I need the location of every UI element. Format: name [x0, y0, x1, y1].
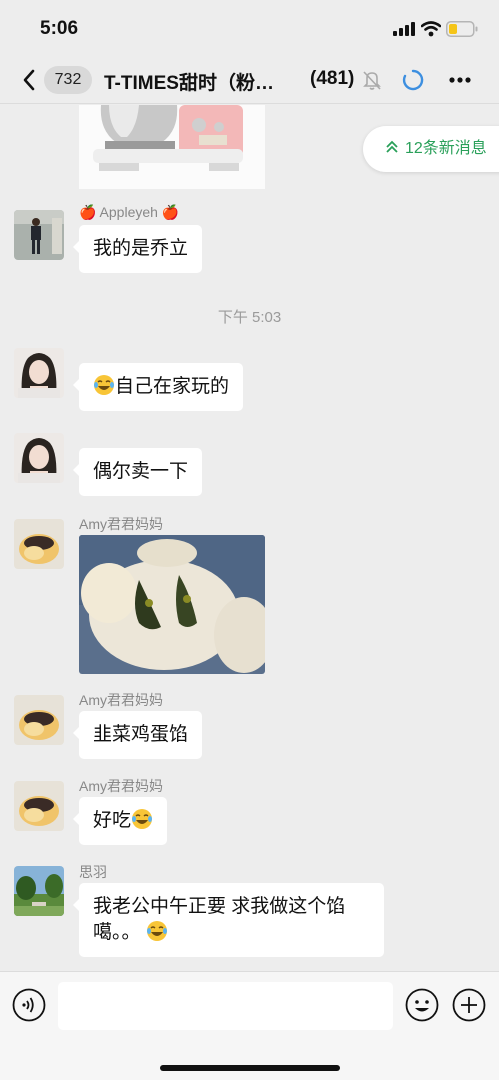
avatar[interactable]	[14, 519, 64, 569]
voice-icon[interactable]	[12, 988, 46, 1022]
message-bubble[interactable]: 好吃	[72, 797, 168, 845]
home-indicator	[160, 1065, 340, 1071]
message-bubble[interactable]: 韭菜鸡蛋馅	[72, 711, 203, 759]
chat-header: 732 T-TIMES甜时（粉… (481)	[0, 58, 499, 104]
battery-icon	[446, 21, 478, 37]
message-text: 我老公中午正要 求我做这个馅	[93, 896, 346, 917]
tears-of-joy-emoji	[94, 375, 114, 395]
mute-bell-icon	[363, 71, 381, 90]
message-bubble[interactable]: 我的是乔立	[72, 225, 203, 273]
status-bar: 5:06	[0, 0, 499, 58]
steamed-bun-photo[interactable]	[79, 535, 265, 674]
loading-icon	[402, 69, 424, 91]
message-bubble[interactable]: 我老公中午正要 求我做这个馅 噶。。	[73, 883, 384, 957]
avatar[interactable]	[14, 433, 64, 483]
input-bar	[0, 971, 499, 1080]
back-chevron-icon[interactable]	[20, 68, 40, 92]
avatar[interactable]	[14, 348, 64, 398]
message-text: 自己在家玩的	[115, 376, 230, 397]
message-bubble[interactable]: 自己在家玩的	[72, 363, 244, 411]
message-text: 好吃	[93, 810, 132, 831]
new-messages-button[interactable]: 12条新消息	[363, 126, 499, 172]
tears-of-joy-emoji	[146, 921, 167, 941]
avatar[interactable]	[14, 866, 64, 916]
message-text: 噶。。	[93, 922, 141, 943]
emoji-icon[interactable]	[405, 988, 439, 1022]
sender-name: 思羽	[79, 864, 107, 880]
avatar[interactable]	[14, 695, 64, 745]
double-chevron-up-icon	[386, 140, 398, 153]
status-time: 5:06	[40, 18, 79, 39]
avatar[interactable]	[14, 781, 64, 831]
unread-count-badge[interactable]: 732	[44, 66, 92, 94]
timestamp: 下午 5:03	[217, 309, 282, 326]
sender-name: Amy君君妈妈	[79, 692, 163, 708]
message-input[interactable]	[58, 982, 393, 1030]
chat-message-list[interactable]: 🍎 Appleyeh 🍎 我的是乔立 下午 5:03 自己在家玩的 偶尔卖一下	[0, 105, 499, 971]
plus-icon[interactable]	[452, 988, 486, 1022]
sender-name: Amy君君妈妈	[79, 516, 163, 532]
sender-name: 🍎 Appleyeh 🍎	[79, 204, 180, 220]
more-icon[interactable]	[448, 76, 472, 84]
avatar[interactable]	[14, 210, 64, 260]
signal-icon	[393, 22, 415, 36]
stand-mixer-photo[interactable]	[79, 105, 265, 189]
new-messages-label: 12条新消息	[405, 140, 487, 157]
member-count: (481)	[310, 68, 355, 89]
sender-name: Amy君君妈妈	[79, 778, 163, 794]
message-bubble[interactable]: 偶尔卖一下	[72, 448, 203, 496]
wifi-icon	[421, 21, 441, 37]
chat-title: T-TIMES甜时（粉…	[104, 73, 274, 94]
tears-of-joy-emoji	[132, 809, 153, 829]
